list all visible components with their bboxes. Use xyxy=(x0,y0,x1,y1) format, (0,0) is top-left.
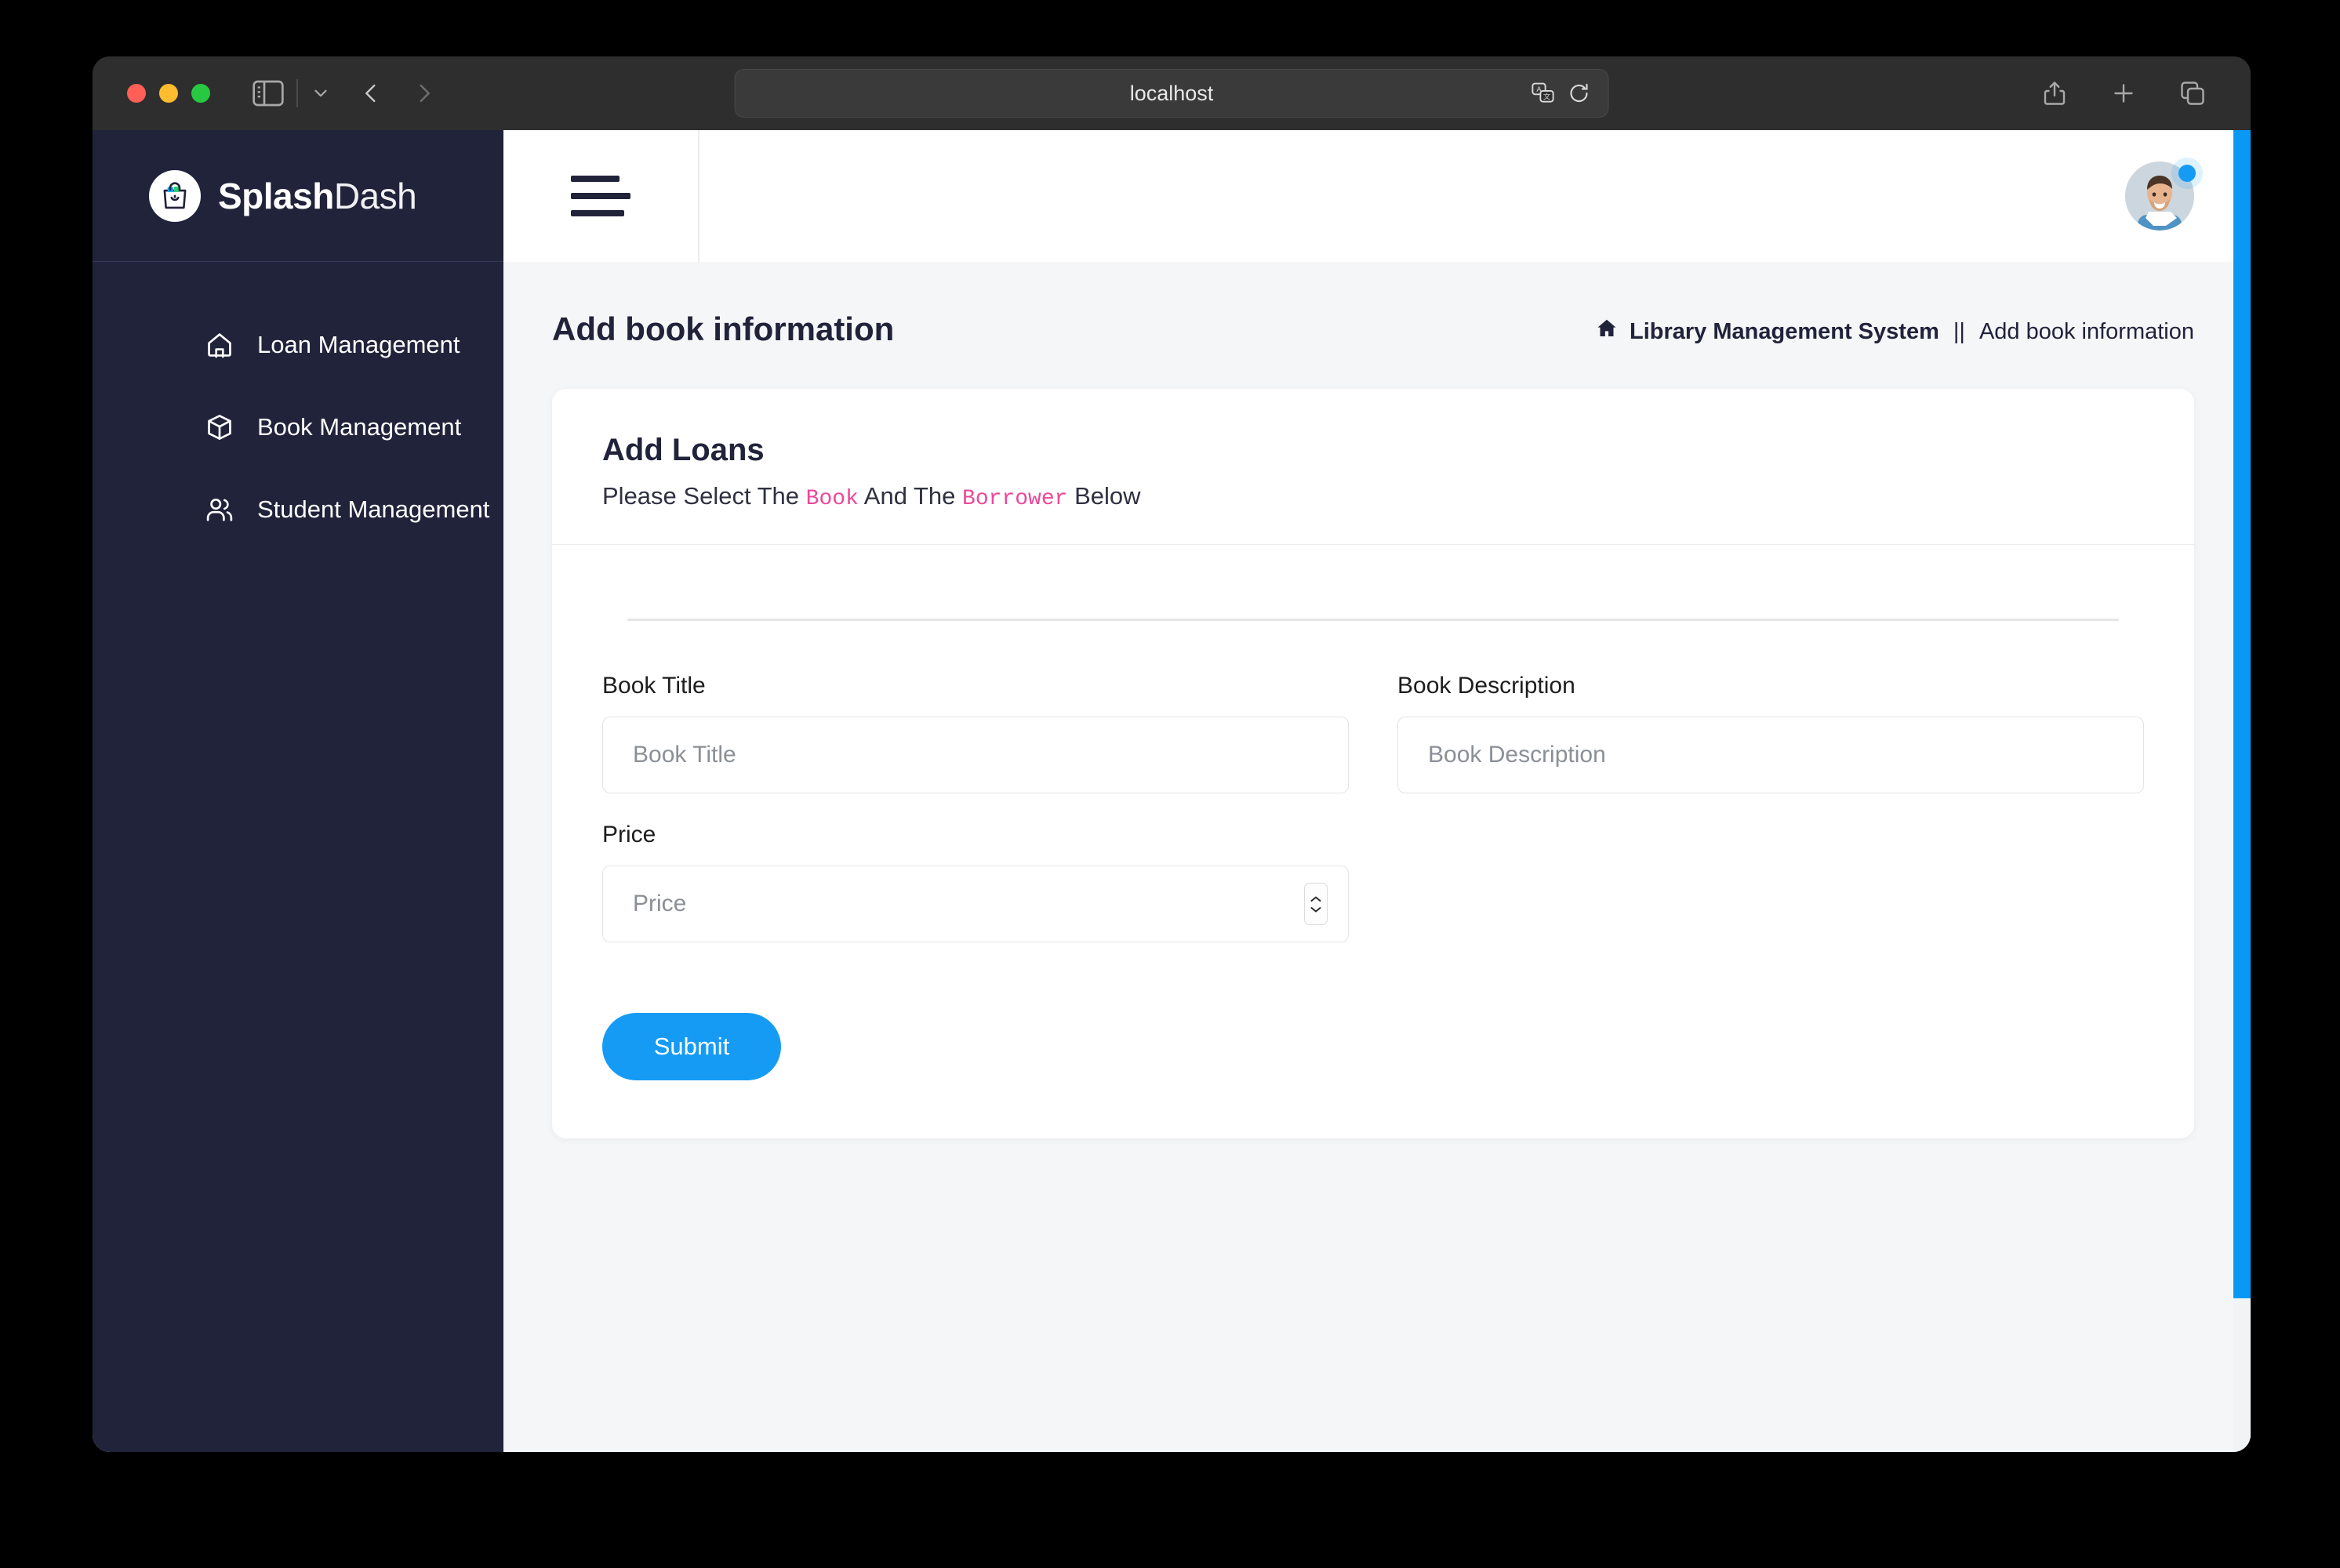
page-viewport: SplashDash Loan Management Book Manageme… xyxy=(93,130,2251,1452)
card-title: Add Loans xyxy=(602,433,765,467)
reload-icon[interactable] xyxy=(1568,82,1591,105)
users-icon xyxy=(202,492,237,527)
main-region: Add book information Library Management … xyxy=(503,130,2251,1452)
subtitle-part-2: And The xyxy=(863,482,956,510)
share-icon[interactable] xyxy=(2040,79,2069,107)
subtitle-code-book: Book xyxy=(805,487,859,511)
brand-name-primary: Splash xyxy=(218,175,334,216)
submit-button[interactable]: Submit xyxy=(602,1013,781,1080)
subtitle-part-3: Below xyxy=(1074,482,1141,510)
sidebar-item-label: Student Management xyxy=(257,495,490,523)
price-label: Price xyxy=(602,822,656,848)
sidebar-item-label: Book Management xyxy=(257,413,462,441)
page-scrollbar-thumb[interactable] xyxy=(2233,130,2251,1298)
address-bar-text: localhost xyxy=(1129,81,1214,105)
sidebar-item-loan-management[interactable]: Loan Management xyxy=(93,320,503,370)
maximize-window-button[interactable] xyxy=(191,84,210,103)
page-title: Add book information xyxy=(552,310,895,347)
form-row-1: Book Title Book Title Book Description B… xyxy=(602,673,2144,793)
book-title-placeholder: Book Title xyxy=(633,742,736,768)
shopping-bag-icon xyxy=(149,169,201,222)
hamburger-menu-icon[interactable] xyxy=(571,176,630,216)
book-title-label: Book Title xyxy=(602,673,706,699)
page-content: Add book information Library Management … xyxy=(503,262,2251,1452)
translate-icon[interactable]: A 文 xyxy=(1532,82,1555,105)
minimize-window-button[interactable] xyxy=(159,84,178,103)
card-body: Book Title Book Title Book Description B… xyxy=(552,545,2194,1138)
breadcrumb-current: Add book information xyxy=(1978,318,2194,344)
sidebar-item-book-management[interactable]: Book Management xyxy=(93,402,503,452)
plus-icon[interactable] xyxy=(2109,79,2138,107)
brand-name-secondary: Dash xyxy=(333,175,417,216)
home-icon xyxy=(202,328,237,362)
page-header: Add book information Library Management … xyxy=(552,310,2194,348)
forward-button[interactable] xyxy=(411,80,438,107)
sidebar-nav: Loan Management Book Management Student … xyxy=(93,262,503,567)
chevron-down-icon[interactable] xyxy=(311,83,331,103)
add-loans-card: Add Loans Please Select The Book And The… xyxy=(552,389,2194,1138)
subtitle-code-borrower: Borrower xyxy=(962,487,1068,511)
price-placeholder: Price xyxy=(633,891,687,916)
field-book-description: Book Description Book Description xyxy=(1397,673,2144,793)
card-header: Add Loans Please Select The Book And The… xyxy=(552,389,2194,545)
sidebar-item-label: Loan Management xyxy=(257,331,460,358)
toolbar-divider xyxy=(296,79,298,107)
card-subtitle: Please Select The Book And The Borrower … xyxy=(602,482,2144,511)
page-scrollbar[interactable] xyxy=(2233,130,2251,1452)
home-icon xyxy=(1595,317,1619,347)
address-bar[interactable]: localhost A 文 xyxy=(734,69,1609,118)
field-book-title: Book Title Book Title xyxy=(602,673,1349,793)
book-description-label: Book Description xyxy=(1397,673,1575,699)
book-description-placeholder: Book Description xyxy=(1428,742,1606,768)
svg-text:文: 文 xyxy=(1543,93,1551,101)
browser-window: localhost A 文 SplashDash Loan Management… xyxy=(93,56,2251,1452)
form-divider xyxy=(627,619,2119,621)
box-icon xyxy=(202,410,237,445)
price-input[interactable]: Price xyxy=(602,866,1349,942)
subtitle-part-1: Please Select The xyxy=(602,482,800,510)
status-badge xyxy=(2178,165,2196,182)
avatar[interactable] xyxy=(2125,162,2196,230)
app-topbar xyxy=(503,130,2251,262)
price-stepper[interactable] xyxy=(1304,883,1328,925)
sidebar-toggle-icon[interactable] xyxy=(253,80,284,107)
breadcrumb: Library Management System || Add book in… xyxy=(1595,317,2194,347)
window-controls xyxy=(127,84,210,103)
topbar-actions xyxy=(2125,162,2196,230)
sidebar-item-student-management[interactable]: Student Management xyxy=(93,485,503,535)
topbar-divider xyxy=(698,130,699,262)
breadcrumb-separator: || xyxy=(1953,318,1965,344)
browser-toolbar: localhost A 文 xyxy=(93,56,2251,130)
back-button[interactable] xyxy=(358,80,384,107)
book-description-input[interactable]: Book Description xyxy=(1397,717,2144,793)
book-title-input[interactable]: Book Title xyxy=(602,717,1349,793)
breadcrumb-root[interactable]: Library Management System xyxy=(1630,319,1939,345)
field-price: Price Price xyxy=(602,822,1349,942)
app-sidebar: SplashDash Loan Management Book Manageme… xyxy=(93,130,503,1452)
form-row-2: Price Price xyxy=(602,822,2144,942)
close-window-button[interactable] xyxy=(127,84,146,103)
brand-logo[interactable]: SplashDash xyxy=(93,130,503,262)
tab-overview-icon[interactable] xyxy=(2178,79,2207,107)
field-spacer xyxy=(1397,822,2144,942)
brand-name: SplashDash xyxy=(218,175,417,217)
